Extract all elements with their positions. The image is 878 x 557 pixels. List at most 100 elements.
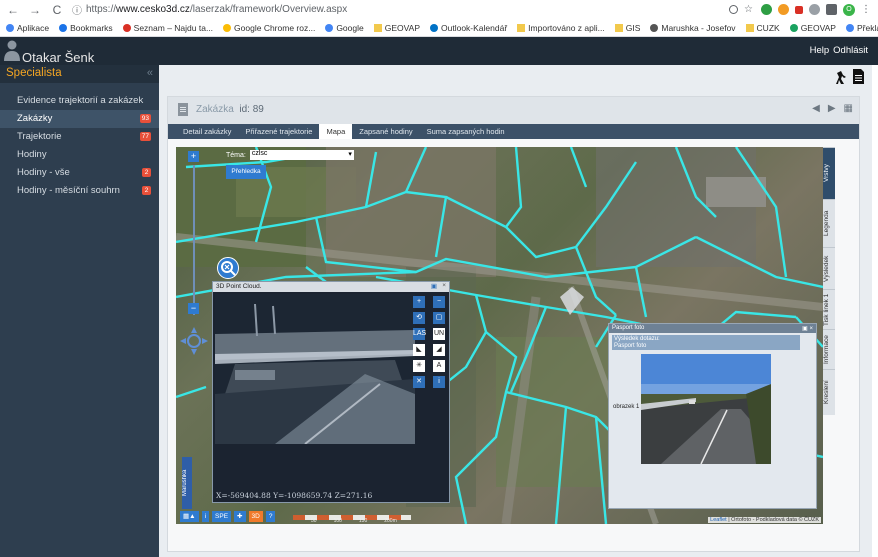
tab-item[interactable]: Mapa	[319, 124, 353, 139]
next-icon[interactable]: ▶	[828, 103, 836, 114]
bookmark-item[interactable]: Seznam – Najdu ta...	[122, 23, 213, 33]
zoom-slider[interactable]	[193, 165, 195, 315]
map-tool-button[interactable]: ?	[265, 511, 276, 522]
zoom-icon[interactable]	[729, 5, 738, 14]
bookmark-item[interactable]: Google Chrome roz...	[223, 23, 315, 33]
apps-icon	[6, 23, 14, 32]
pointcloud-tool-button[interactable]: −	[433, 296, 445, 308]
map-view[interactable]: + − Marushka Téma: czlsc ▾ Přehledka 3D P…	[176, 147, 823, 524]
query-result: Výsledek dotazu: Pasport foto	[612, 335, 800, 350]
bookmark-item[interactable]: Aplikace	[6, 23, 49, 33]
profile-avatar[interactable]: O	[843, 3, 855, 16]
scale-label: 100	[333, 518, 342, 524]
bookmark-item[interactable]: Marushka - Josefov	[650, 23, 736, 33]
google-icon	[325, 23, 334, 32]
map-tool-button[interactable]: 3D	[248, 511, 263, 522]
map-side-tabs: Vrstvy Legenda Výsledek Tisk linek 1 Informa…	[823, 147, 835, 524]
pasport-window[interactable]: Pasport foto ▣ × Výsledek dotazu: Paspor…	[608, 323, 817, 509]
sidebar-item[interactable]: Hodiny - měsíční souhrn 2	[0, 182, 159, 200]
pedestrian-icon[interactable]	[833, 69, 847, 85]
sidebar-item[interactable]: Hodiny - vše 2	[0, 164, 159, 182]
extension-green-icon[interactable]	[761, 4, 772, 15]
pasport-photo[interactable]	[641, 354, 771, 464]
extension-gray-icon[interactable]	[809, 4, 820, 15]
document-icon[interactable]	[853, 69, 864, 84]
map-tool-button[interactable]: i	[201, 511, 210, 522]
pointcloud-tool-button[interactable]: A	[433, 360, 445, 372]
side-tab-item[interactable]: Tisk linek 1	[823, 289, 835, 329]
marushka-watermark: Marushka	[182, 457, 192, 509]
pointcloud-tool-button[interactable]: LAS	[413, 328, 426, 340]
forward-icon[interactable]: →	[28, 3, 42, 17]
sidebar-title: Specialista	[6, 67, 62, 79]
side-tab-item[interactable]: Legenda	[823, 199, 835, 247]
bookmark-item[interactable]: Bookmarks	[59, 23, 113, 33]
bookmark-item[interactable]: Importováno z apli...	[517, 23, 605, 33]
geovap-icon	[789, 23, 798, 32]
bookmark-item[interactable]: Překladač Google	[845, 23, 878, 33]
zoom-in-button[interactable]: +	[188, 151, 199, 162]
magnifier-button[interactable]	[217, 257, 239, 279]
extension-orange-icon[interactable]	[778, 4, 789, 15]
pointcloud-tool-button[interactable]: UN	[433, 328, 445, 340]
pointcloud-window[interactable]: 3D Point Cloud. ▣ × + − ⟲ ▢ LAS UN ◣ ◢ ✳ A ✕ i X=-5…	[212, 281, 450, 503]
outlook-icon	[430, 23, 439, 32]
zoom-out-button[interactable]: −	[188, 303, 199, 314]
sidebar-item[interactable]: Hodiny	[0, 146, 159, 164]
scale-labels: 50 100 150 200m	[311, 518, 397, 524]
pasport-titlebar: Pasport foto ▣ ×	[609, 324, 816, 333]
tab-item[interactable]: Zapsané hodiny	[352, 124, 419, 139]
pointcloud-tool-button[interactable]: ◣	[413, 344, 425, 356]
side-tab-item[interactable]: Informace	[823, 329, 835, 369]
app-header: Otakar Šenk Help Odhlásit	[0, 37, 878, 65]
pan-control-icon[interactable]	[180, 327, 208, 355]
pointcloud-tool-button[interactable]: i	[433, 376, 445, 388]
tab-item[interactable]: Suma zapsaných hodin	[420, 124, 512, 139]
collapse-icon[interactable]: «	[147, 67, 153, 79]
address-bar[interactable]: ⓘ https://www.cesko3d.cz/laserzak/framew…	[72, 2, 721, 17]
overview-button[interactable]: Přehledka	[226, 165, 266, 179]
back-icon[interactable]: ←	[6, 3, 20, 17]
sidebar-item-label: Hodiny - vše	[17, 167, 70, 178]
bookmark-item[interactable]: Outlook-Kalendář	[430, 23, 507, 33]
pointcloud-tool-button[interactable]: ⟲	[413, 312, 425, 324]
sidebar-item[interactable]: Zakázky 93	[0, 110, 159, 128]
url-scheme: https://	[86, 4, 117, 15]
extension-slate-icon[interactable]	[826, 4, 837, 15]
sidebar-item[interactable]: Trajektorie 77	[0, 128, 159, 146]
tab-item[interactable]: Přiřazené trajektorie	[238, 124, 319, 139]
pointcloud-tool-button[interactable]: ◢	[433, 344, 445, 356]
map-tool-button[interactable]: ▦▲	[180, 511, 199, 522]
reload-icon[interactable]: C	[50, 3, 64, 17]
bookmark-item[interactable]: GEOVAP	[789, 23, 836, 33]
bookmark-item[interactable]: GEOVAP	[373, 23, 420, 33]
pointcloud-tool-button[interactable]: ✳	[413, 360, 425, 372]
side-tab-item[interactable]: Výsledek	[823, 247, 835, 289]
bookmark-item[interactable]: CUZK	[745, 23, 780, 33]
map-tool-button[interactable]: SPE	[212, 511, 232, 522]
sidebar-item-label: Hodiny	[17, 149, 47, 160]
extension-red-icon[interactable]	[795, 5, 803, 14]
sidebar-item[interactable]: Evidence trajektorií a zakázek	[0, 92, 159, 110]
pointcloud-tool-button[interactable]: ▢	[433, 312, 445, 324]
grid-view-icon[interactable]: ▦	[844, 103, 853, 114]
leaflet-link[interactable]: Leaflet	[710, 517, 727, 523]
menu-icon[interactable]: ⋮	[861, 4, 872, 15]
bookmark-item[interactable]: GIS	[614, 23, 640, 33]
theme-select[interactable]: czlsc ▾	[249, 150, 354, 160]
maximize-icon[interactable]: ▣	[431, 282, 437, 290]
tab-item[interactable]: Detail zakázky	[176, 124, 238, 139]
logout-link[interactable]: Odhlásit	[833, 45, 868, 56]
map-tool-button[interactable]: ✚	[234, 511, 246, 522]
side-tab-item[interactable]: Vrstvy	[823, 147, 835, 199]
previous-icon[interactable]: ◀	[812, 103, 820, 114]
help-link[interactable]: Help	[810, 45, 830, 56]
folder-icon	[745, 23, 754, 32]
close-icon[interactable]: ×	[442, 282, 446, 289]
side-tab-item[interactable]: Kreslení	[823, 369, 835, 415]
close-icon[interactable]: ▣ ×	[802, 325, 813, 332]
pointcloud-tool-button[interactable]: ✕	[413, 376, 425, 388]
pointcloud-tool-button[interactable]: +	[413, 296, 425, 308]
bookmark-star-icon[interactable]: ☆	[744, 4, 755, 15]
bookmark-item[interactable]: Google	[325, 23, 364, 33]
